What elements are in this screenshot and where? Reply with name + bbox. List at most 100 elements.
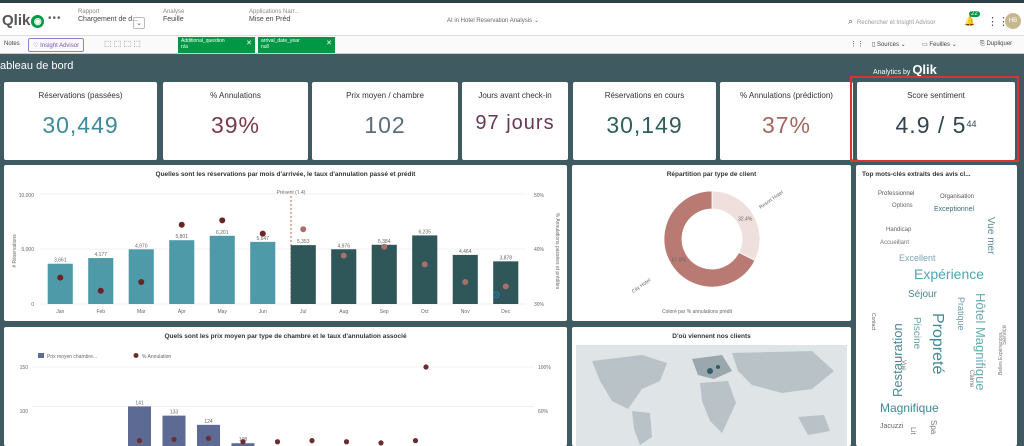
nav-narrate-label: Applications Narr... (249, 9, 300, 15)
chart-title: D'où viennent nos clients (672, 333, 751, 340)
nav-prepare[interactable]: Rapport Chargement de d... (78, 8, 138, 24)
kpi-days-before-checkin[interactable]: Jours avant check-in 97 jours (462, 82, 568, 160)
cancellation-point (378, 440, 384, 446)
cancellation-point (340, 252, 347, 259)
close-icon[interactable]: ✕ (246, 40, 252, 47)
kpi-bookings-current[interactable]: Réservations en cours 30,149 (573, 82, 716, 160)
bar-value-label: 6,201 (216, 230, 229, 236)
sheets-button[interactable]: ▭ Feuilles ⌄ (922, 41, 957, 48)
highlight-box (850, 76, 1019, 162)
x-tick-label: Jun (259, 309, 267, 315)
legend-swatch (38, 353, 44, 358)
map-marker[interactable] (707, 368, 713, 374)
app-title-text: AI in Hotel Reservation Analysis (447, 18, 533, 24)
y-tick-label: 5,000 (21, 247, 34, 253)
chevron-down-icon[interactable]: ⌄ (133, 17, 145, 29)
nav-analyze[interactable]: Analyse Feuille (163, 8, 184, 24)
legend-label: Prix moyen chambre... (47, 354, 97, 360)
cancellation-point (309, 438, 315, 444)
present-divider-label: Présent (1.4) (277, 190, 306, 196)
search-input[interactable]: ⌕ Rechercher et Insight Advisor (848, 16, 935, 27)
x-tick-label: Dec (501, 309, 510, 315)
kpi-label: % Annulations (210, 91, 261, 100)
cancellation-point (57, 274, 64, 281)
bar-value-label: 5,353 (297, 239, 310, 245)
cloud-word: Vue (900, 360, 906, 371)
selection-tag[interactable]: arrival_date_year null ✕ (258, 37, 335, 53)
cloud-word: Spa (929, 420, 938, 435)
nav-analyze-label: Analyse (163, 9, 185, 15)
cloud-word: Contact (870, 313, 876, 331)
sheets-label: Feuilles (929, 42, 951, 48)
sheet-title: ableau de bord (0, 60, 74, 72)
close-icon[interactable]: ✕ (326, 40, 332, 47)
duplicate-button[interactable]: ⎘ Dupliquer (980, 41, 1012, 48)
avatar[interactable]: HB (1005, 13, 1021, 29)
x-tick-label: Sep (380, 309, 389, 315)
kpi-cancellations[interactable]: % Annulations 39% (163, 82, 308, 160)
nav-narrate[interactable]: Applications Narr... Mise en Préd (249, 8, 299, 24)
bar (128, 249, 154, 304)
cloud-word: Options (892, 203, 913, 209)
selection-tag[interactable]: Additional_question n/a ✕ (178, 37, 255, 53)
chart-client-type[interactable]: Répartition par type de client 32.4% Reso… (572, 165, 851, 321)
insight-advisor-button[interactable]: ♡ Insight Advisor (28, 38, 85, 52)
slice-value-label: 32.4% (738, 217, 753, 223)
duplicate-label: Dupliquer (986, 41, 1013, 47)
chart-bookings-by-month[interactable]: Quelles sont les réservations par mois d… (4, 165, 567, 321)
app-title[interactable]: AI in Hotel Reservation Analysis ⌄ (447, 17, 539, 24)
chart-title: Quelles sont les réservations par mois d… (155, 171, 416, 178)
nav-prepare-value: Chargement de d... (78, 16, 138, 23)
legend-label: % Annulation (142, 354, 171, 360)
kpi-label: Prix moyen / chambre (346, 91, 424, 100)
qlik-logo[interactable]: Qlik ◉ (2, 12, 45, 29)
bar (290, 245, 316, 304)
y2-tick-label: 100% (538, 365, 551, 371)
y-tick-label: 100 (20, 409, 29, 415)
scroll-icon[interactable]: ⊙ (492, 290, 500, 301)
kpi-avg-price[interactable]: Prix moyen / chambre 102 (312, 82, 458, 160)
bar-value-label: 5,801 (175, 234, 188, 240)
top-bar: Qlik ◉ ••• Rapport Chargement de d... ⌄ A… (0, 0, 1024, 36)
donut-slice (711, 190, 761, 262)
chevron-down-icon: ⌄ (534, 18, 540, 24)
cloud-word: Pratique (956, 297, 966, 331)
cloud-word: Vue mer (985, 217, 996, 255)
cancellation-point (274, 439, 281, 445)
kpi-cancellations-prediction[interactable]: % Annulations (prédiction) 37% (720, 82, 853, 160)
kpi-value: 102 (364, 112, 406, 138)
selection-value: null (261, 44, 269, 50)
cancellation-point (205, 435, 212, 441)
selection-tools-icon[interactable]: ⬚ ⬚ ⬚ ⬚ (104, 39, 141, 48)
chart-price-by-room[interactable]: Quels sont les prix moyen par type de ch… (4, 327, 567, 446)
bell-icon[interactable]: 🔔 22 (964, 11, 980, 27)
cloud-word: Professionnel (878, 191, 915, 197)
more-icon[interactable]: ⋮⋮ (850, 40, 864, 48)
notes-button[interactable]: Notes (4, 41, 20, 47)
bar (371, 244, 397, 304)
x-tick-label: Aug (339, 309, 348, 315)
cloud-word: Organisation (940, 194, 975, 200)
y2-axis-label: % Annulations passées et prédites (554, 213, 560, 290)
y-tick-label: 0 (31, 302, 34, 308)
nav-prepare-label: Rapport (78, 9, 100, 15)
cloud-word: Lit (909, 427, 916, 435)
bar-value-label: 124 (204, 419, 213, 425)
chart-title: Répartition par type de client (666, 171, 757, 178)
more-options-icon[interactable]: ••• (48, 13, 62, 24)
bar (88, 258, 114, 304)
search-placeholder: Rechercher et Insight Advisor (857, 20, 936, 26)
analytics-by-logo: Analytics by Qlik (873, 62, 937, 77)
wordcloud-panel[interactable]: Top mots-clés extraits des avis cl... Pr… (856, 165, 1017, 446)
kpi-bookings-past[interactable]: Réservations (passées) 30,449 (4, 82, 157, 160)
world-map[interactable] (572, 341, 851, 446)
bar (197, 424, 220, 446)
cancellation-point (171, 436, 177, 443)
sources-button[interactable]: ▯ Sources ⌄ (872, 41, 906, 48)
price-chart-svg: Prix moyen chambre... % Annulation 150 1… (20, 353, 551, 446)
kpi-label: % Annulations (prédiction) (740, 91, 833, 100)
map-panel[interactable]: D'où viennent nos clients (572, 327, 851, 446)
selection-toolbar: Notes ♡ Insight Advisor ⬚ ⬚ ⬚ ⬚ Addition… (0, 36, 1024, 54)
map-marker[interactable] (716, 365, 720, 369)
bookings-chart-svg: 10,000 5,000 0 50% 40% 30% # Réservation… (12, 190, 560, 315)
